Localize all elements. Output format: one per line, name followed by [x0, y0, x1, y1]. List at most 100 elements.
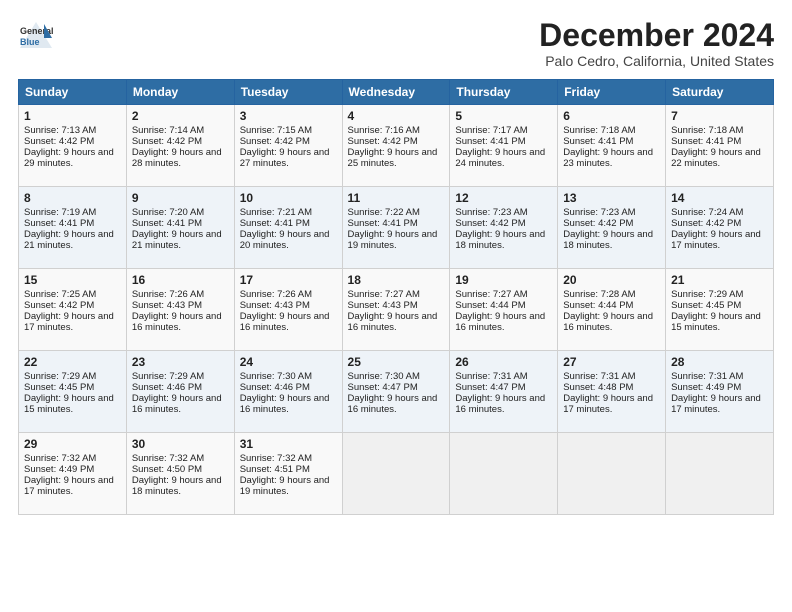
sunset-text: Sunset: 4:45 PM [24, 382, 94, 393]
daylight-text: Daylight: 9 hours and 16 minutes. [348, 311, 438, 333]
day-number: 5 [455, 109, 552, 123]
sunset-text: Sunset: 4:42 PM [671, 218, 741, 229]
daylight-text: Daylight: 9 hours and 19 minutes. [348, 229, 438, 251]
daylight-text: Daylight: 9 hours and 23 minutes. [563, 147, 653, 169]
sunrise-text: Sunrise: 7:23 AM [455, 207, 527, 218]
day-number: 10 [240, 191, 337, 205]
sunrise-text: Sunrise: 7:32 AM [24, 453, 96, 464]
weekday-header-wednesday: Wednesday [342, 80, 450, 105]
day-cell: 26Sunrise: 7:31 AMSunset: 4:47 PMDayligh… [450, 351, 558, 433]
day-cell: 1Sunrise: 7:13 AMSunset: 4:42 PMDaylight… [19, 105, 127, 187]
day-cell: 8 Sunrise: 7:19 AMSunset: 4:41 PMDaylight… [19, 187, 127, 269]
day-number: 12 [455, 191, 552, 205]
svg-text:Blue: Blue [20, 37, 40, 47]
daylight-text: Daylight: 9 hours and 16 minutes. [455, 311, 545, 333]
day-number: 25 [348, 355, 445, 369]
daylight-text: Daylight: 9 hours and 16 minutes. [132, 393, 222, 415]
daylight-text: Daylight: 9 hours and 22 minutes. [671, 147, 761, 169]
sunset-text: Sunset: 4:49 PM [24, 464, 94, 475]
sunrise-text: Sunrise: 7:28 AM [563, 289, 635, 300]
sunset-text: Sunset: 4:41 PM [240, 218, 310, 229]
sunrise-text: Sunrise: 7:24 AM [671, 207, 743, 218]
day-cell: 16Sunrise: 7:26 AMSunset: 4:43 PMDayligh… [126, 269, 234, 351]
daylight-text: Daylight: 9 hours and 17 minutes. [671, 229, 761, 251]
day-cell: 18 Sunrise: 7:27 AMSunset: 4:43 PMDayligh… [342, 269, 450, 351]
day-number: 19 [455, 273, 552, 287]
day-cell: 31Sunrise: 7:32 AMSunset: 4:51 PMDayligh… [234, 433, 342, 515]
daylight-text: Daylight: 9 hours and 19 minutes. [240, 475, 330, 497]
day-cell: 14 Sunrise: 7:24 AMSunset: 4:42 PMDayligh… [666, 187, 774, 269]
day-cell: 27Sunrise: 7:31 AMSunset: 4:48 PMDayligh… [558, 351, 666, 433]
day-number: 11 [348, 191, 445, 205]
sunrise-text: Sunrise: 7:31 AM [671, 371, 743, 382]
sunset-text: Sunset: 4:41 PM [24, 218, 94, 229]
day-cell: 6Sunrise: 7:18 AMSunset: 4:41 PMDaylight… [558, 105, 666, 187]
day-number: 4 [348, 109, 445, 123]
day-number: 17 [240, 273, 337, 287]
day-number: 14 [671, 191, 768, 205]
sunrise-text: Sunrise: 7:21 AM [240, 207, 312, 218]
daylight-text: Daylight: 9 hours and 16 minutes. [455, 393, 545, 415]
sunset-text: Sunset: 4:42 PM [240, 136, 310, 147]
daylight-text: Daylight: 9 hours and 16 minutes. [348, 393, 438, 415]
daylight-text: Daylight: 9 hours and 21 minutes. [24, 229, 114, 251]
week-row-3: 15Sunrise: 7:25 AMSunset: 4:42 PMDayligh… [19, 269, 774, 351]
logo-icon: General Blue [18, 18, 54, 59]
day-number: 27 [563, 355, 660, 369]
sunset-text: Sunset: 4:43 PM [348, 300, 418, 311]
day-number: 9 [132, 191, 229, 205]
sunrise-text: Sunrise: 7:19 AM [24, 207, 96, 218]
day-number: 8 [24, 191, 121, 205]
sunrise-text: Sunrise: 7:29 AM [24, 371, 96, 382]
sunset-text: Sunset: 4:49 PM [671, 382, 741, 393]
sunset-text: Sunset: 4:42 PM [348, 136, 418, 147]
sunrise-text: Sunrise: 7:18 AM [563, 125, 635, 136]
sunset-text: Sunset: 4:41 PM [348, 218, 418, 229]
day-number: 22 [24, 355, 121, 369]
sunset-text: Sunset: 4:45 PM [671, 300, 741, 311]
weekday-header-tuesday: Tuesday [234, 80, 342, 105]
sunrise-text: Sunrise: 7:20 AM [132, 207, 204, 218]
sunset-text: Sunset: 4:41 PM [671, 136, 741, 147]
daylight-text: Daylight: 9 hours and 25 minutes. [348, 147, 438, 169]
daylight-text: Daylight: 9 hours and 18 minutes. [132, 475, 222, 497]
week-row-4: 22Sunrise: 7:29 AMSunset: 4:45 PMDayligh… [19, 351, 774, 433]
sunrise-text: Sunrise: 7:29 AM [132, 371, 204, 382]
day-number: 30 [132, 437, 229, 451]
sunrise-text: Sunrise: 7:13 AM [24, 125, 96, 136]
sunrise-text: Sunrise: 7:17 AM [455, 125, 527, 136]
day-cell [450, 433, 558, 515]
sunset-text: Sunset: 4:41 PM [563, 136, 633, 147]
daylight-text: Daylight: 9 hours and 20 minutes. [240, 229, 330, 251]
day-number: 21 [671, 273, 768, 287]
day-number: 18 [348, 273, 445, 287]
daylight-text: Daylight: 9 hours and 16 minutes. [132, 311, 222, 333]
sunset-text: Sunset: 4:42 PM [132, 136, 202, 147]
weekday-header-thursday: Thursday [450, 80, 558, 105]
day-cell: 11 Sunrise: 7:22 AMSunset: 4:41 PMDayligh… [342, 187, 450, 269]
day-cell: 2Sunrise: 7:14 AMSunset: 4:42 PMDaylight… [126, 105, 234, 187]
month-title: December 2024 [539, 18, 774, 53]
sunset-text: Sunset: 4:41 PM [455, 136, 525, 147]
day-number: 16 [132, 273, 229, 287]
day-cell: 17Sunrise: 7:26 AMSunset: 4:43 PMDayligh… [234, 269, 342, 351]
daylight-text: Daylight: 9 hours and 15 minutes. [24, 393, 114, 415]
day-cell: 12Sunrise: 7:23 AMSunset: 4:42 PMDayligh… [450, 187, 558, 269]
sunrise-text: Sunrise: 7:30 AM [348, 371, 420, 382]
sunrise-text: Sunrise: 7:22 AM [348, 207, 420, 218]
calendar-container: General Blue December 2024 Palo Cedro, C… [0, 0, 792, 525]
weekday-header-monday: Monday [126, 80, 234, 105]
sunrise-text: Sunrise: 7:23 AM [563, 207, 635, 218]
daylight-text: Daylight: 9 hours and 16 minutes. [240, 393, 330, 415]
weekday-header-saturday: Saturday [666, 80, 774, 105]
daylight-text: Daylight: 9 hours and 15 minutes. [671, 311, 761, 333]
day-number: 24 [240, 355, 337, 369]
day-cell: 29Sunrise: 7:32 AMSunset: 4:49 PMDayligh… [19, 433, 127, 515]
sunrise-text: Sunrise: 7:32 AM [132, 453, 204, 464]
sunrise-text: Sunrise: 7:26 AM [132, 289, 204, 300]
sunrise-text: Sunrise: 7:27 AM [348, 289, 420, 300]
sunrise-text: Sunrise: 7:25 AM [24, 289, 96, 300]
daylight-text: Daylight: 9 hours and 29 minutes. [24, 147, 114, 169]
sunset-text: Sunset: 4:47 PM [348, 382, 418, 393]
day-number: 15 [24, 273, 121, 287]
